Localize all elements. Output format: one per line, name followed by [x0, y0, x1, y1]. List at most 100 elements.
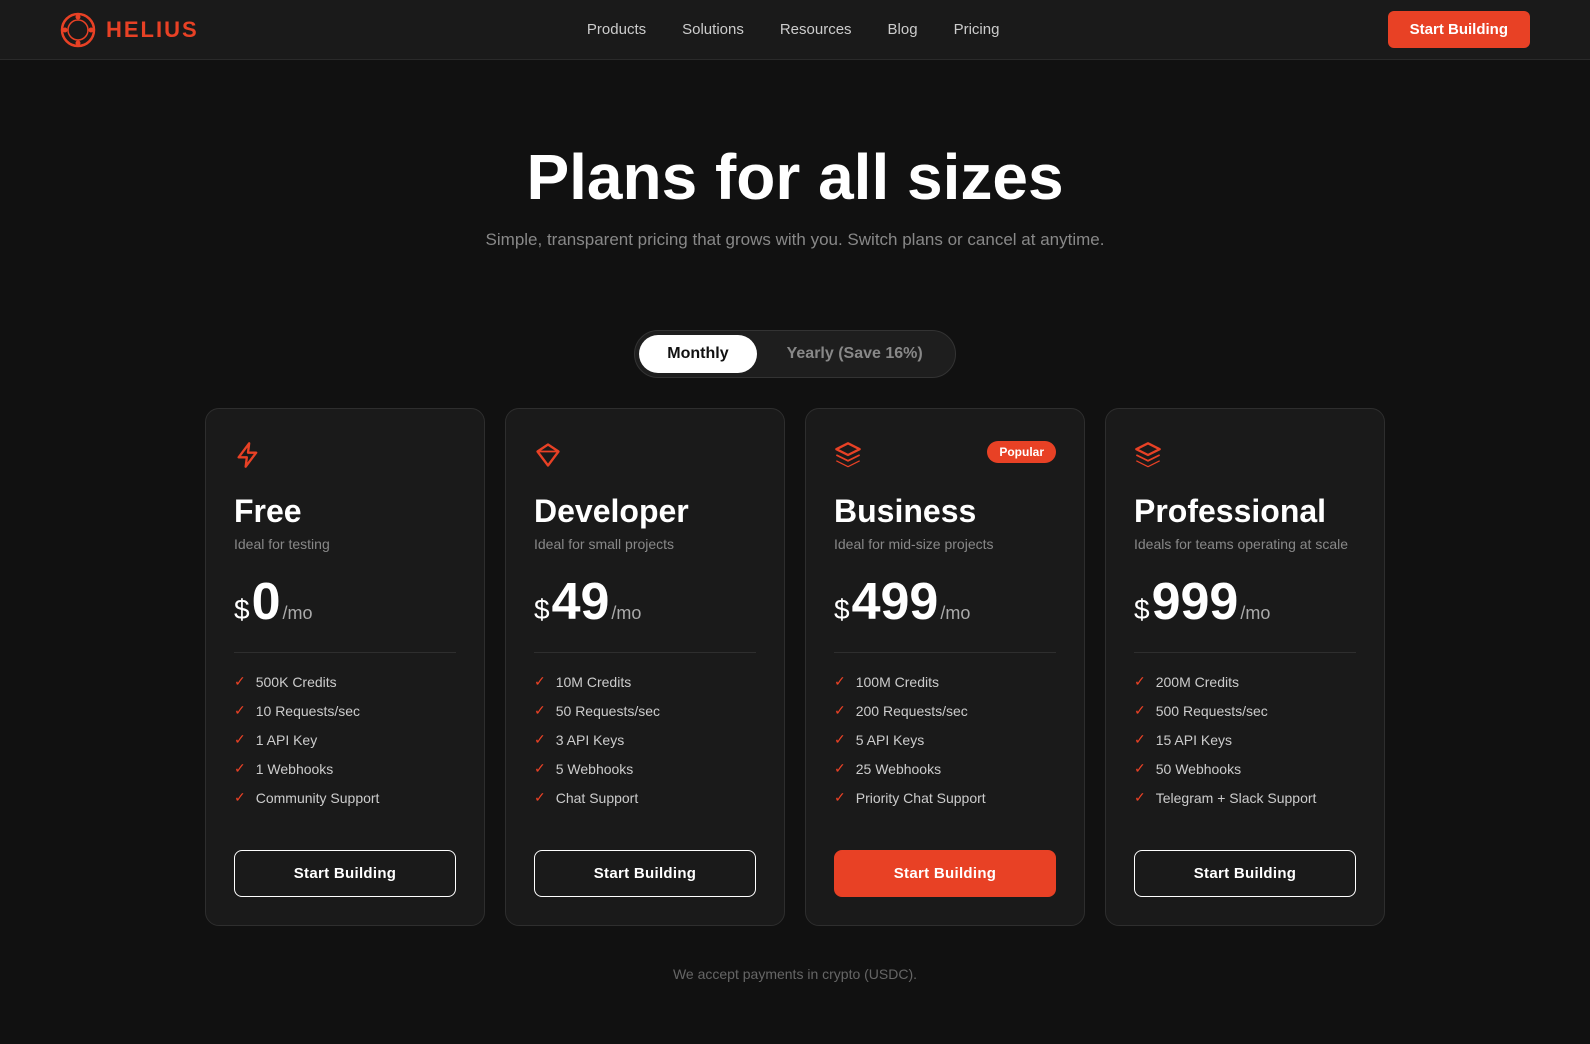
dev-feature-1: ✓ 50 Requests/sec	[534, 702, 756, 719]
dev-feature-3: ✓ 5 Webhooks	[534, 760, 756, 777]
nav-solutions[interactable]: Solutions	[682, 21, 744, 38]
professional-amount: 999	[1152, 576, 1239, 628]
developer-cta-button[interactable]: Start Building	[534, 850, 756, 897]
nav-products[interactable]: Products	[587, 21, 646, 38]
check-icon: ✓	[234, 789, 246, 806]
developer-price-row: $ 49 /mo	[534, 576, 756, 628]
logo-icon	[60, 12, 96, 48]
business-price-row: $ 499 /mo	[834, 576, 1056, 628]
free-title: Free	[234, 493, 456, 530]
nav-links: Products Solutions Resources Blog Pricin…	[587, 21, 1000, 39]
free-feature-4: ✓ Community Support	[234, 789, 456, 806]
check-icon: ✓	[1134, 673, 1146, 690]
developer-period: /mo	[611, 603, 641, 624]
nav-blog[interactable]: Blog	[888, 21, 918, 38]
biz-feature-1: ✓ 200 Requests/sec	[834, 702, 1056, 719]
developer-dollar: $	[534, 594, 550, 626]
pro-feature-0: ✓ 200M Credits	[1134, 673, 1356, 690]
business-amount: 499	[852, 576, 939, 628]
developer-icon	[534, 441, 756, 475]
free-feature-0: ✓ 500K Credits	[234, 673, 456, 690]
logo-text: HELIUS	[106, 17, 199, 43]
pro-feature-2: ✓ 15 API Keys	[1134, 731, 1356, 748]
check-icon: ✓	[534, 760, 546, 777]
yearly-toggle[interactable]: Yearly (Save 16%)	[759, 335, 951, 373]
free-feature-2: ✓ 1 API Key	[234, 731, 456, 748]
check-icon: ✓	[834, 731, 846, 748]
monthly-toggle[interactable]: Monthly	[639, 335, 756, 373]
developer-features: ✓ 10M Credits ✓ 50 Requests/sec ✓ 3 API …	[534, 673, 756, 818]
developer-subtitle: Ideal for small projects	[534, 536, 756, 552]
footer-note: We accept payments in crypto (USDC).	[0, 966, 1590, 1022]
developer-divider	[534, 652, 756, 653]
nav-pricing[interactable]: Pricing	[954, 21, 1000, 38]
toggle-pill: Monthly Yearly (Save 16%)	[634, 330, 955, 378]
plan-professional: Professional Ideals for teams operating …	[1105, 408, 1385, 926]
free-divider	[234, 652, 456, 653]
professional-subtitle: Ideals for teams operating at scale	[1134, 536, 1356, 552]
plan-business: Popular Business Ideal for mid-size proj…	[805, 408, 1085, 926]
check-icon: ✓	[234, 673, 246, 690]
hero-subtitle: Simple, transparent pricing that grows w…	[20, 230, 1570, 250]
free-features: ✓ 500K Credits ✓ 10 Requests/sec ✓ 1 API…	[234, 673, 456, 818]
check-icon: ✓	[534, 702, 546, 719]
pro-feature-1: ✓ 500 Requests/sec	[1134, 702, 1356, 719]
check-icon: ✓	[834, 789, 846, 806]
biz-feature-4: ✓ Priority Chat Support	[834, 789, 1056, 806]
logo[interactable]: HELIUS	[60, 12, 199, 48]
business-dollar: $	[834, 594, 850, 626]
pro-feature-3: ✓ 50 Webhooks	[1134, 760, 1356, 777]
check-icon: ✓	[1134, 731, 1146, 748]
check-icon: ✓	[1134, 760, 1146, 777]
dev-feature-4: ✓ Chat Support	[534, 789, 756, 806]
free-feature-1: ✓ 10 Requests/sec	[234, 702, 456, 719]
pricing-cards: Free Ideal for testing $ 0 /mo ✓ 500K Cr…	[0, 408, 1590, 966]
professional-cta-button[interactable]: Start Building	[1134, 850, 1356, 897]
professional-dollar: $	[1134, 594, 1150, 626]
professional-title: Professional	[1134, 493, 1356, 530]
layers-icon	[834, 441, 862, 469]
business-title: Business	[834, 493, 1056, 530]
free-subtitle: Ideal for testing	[234, 536, 456, 552]
developer-amount: 49	[552, 576, 610, 628]
check-icon: ✓	[1134, 789, 1146, 806]
free-price-row: $ 0 /mo	[234, 576, 456, 628]
business-subtitle: Ideal for mid-size projects	[834, 536, 1056, 552]
professional-icon	[1134, 441, 1356, 475]
biz-feature-0: ✓ 100M Credits	[834, 673, 1056, 690]
business-cta-button[interactable]: Start Building	[834, 850, 1056, 897]
check-icon: ✓	[234, 702, 246, 719]
check-icon: ✓	[534, 731, 546, 748]
free-amount: 0	[252, 576, 281, 628]
check-icon: ✓	[834, 760, 846, 777]
free-dollar: $	[234, 594, 250, 626]
professional-features: ✓ 200M Credits ✓ 500 Requests/sec ✓ 15 A…	[1134, 673, 1356, 818]
hero-section: Plans for all sizes Simple, transparent …	[0, 60, 1590, 290]
nav-cta-button[interactable]: Start Building	[1388, 11, 1530, 48]
free-cta-button[interactable]: Start Building	[234, 850, 456, 897]
lightning-icon	[234, 441, 262, 469]
plan-developer: Developer Ideal for small projects $ 49 …	[505, 408, 785, 926]
check-icon: ✓	[534, 673, 546, 690]
professional-divider	[1134, 652, 1356, 653]
hero-title: Plans for all sizes	[20, 140, 1570, 214]
check-icon: ✓	[834, 673, 846, 690]
nav-resources[interactable]: Resources	[780, 21, 852, 38]
free-icon	[234, 441, 456, 475]
plan-free: Free Ideal for testing $ 0 /mo ✓ 500K Cr…	[205, 408, 485, 926]
professional-period: /mo	[1240, 603, 1270, 624]
dev-feature-2: ✓ 3 API Keys	[534, 731, 756, 748]
free-feature-3: ✓ 1 Webhooks	[234, 760, 456, 777]
business-period: /mo	[940, 603, 970, 624]
biz-feature-3: ✓ 25 Webhooks	[834, 760, 1056, 777]
business-divider	[834, 652, 1056, 653]
check-icon: ✓	[534, 789, 546, 806]
biz-feature-2: ✓ 5 API Keys	[834, 731, 1056, 748]
professional-price-row: $ 999 /mo	[1134, 576, 1356, 628]
navbar: HELIUS Products Solutions Resources Blog…	[0, 0, 1590, 60]
billing-toggle: Monthly Yearly (Save 16%)	[0, 330, 1590, 378]
check-icon: ✓	[234, 731, 246, 748]
business-features: ✓ 100M Credits ✓ 200 Requests/sec ✓ 5 AP…	[834, 673, 1056, 818]
pro-feature-4: ✓ Telegram + Slack Support	[1134, 789, 1356, 806]
diamond-icon	[534, 441, 562, 469]
